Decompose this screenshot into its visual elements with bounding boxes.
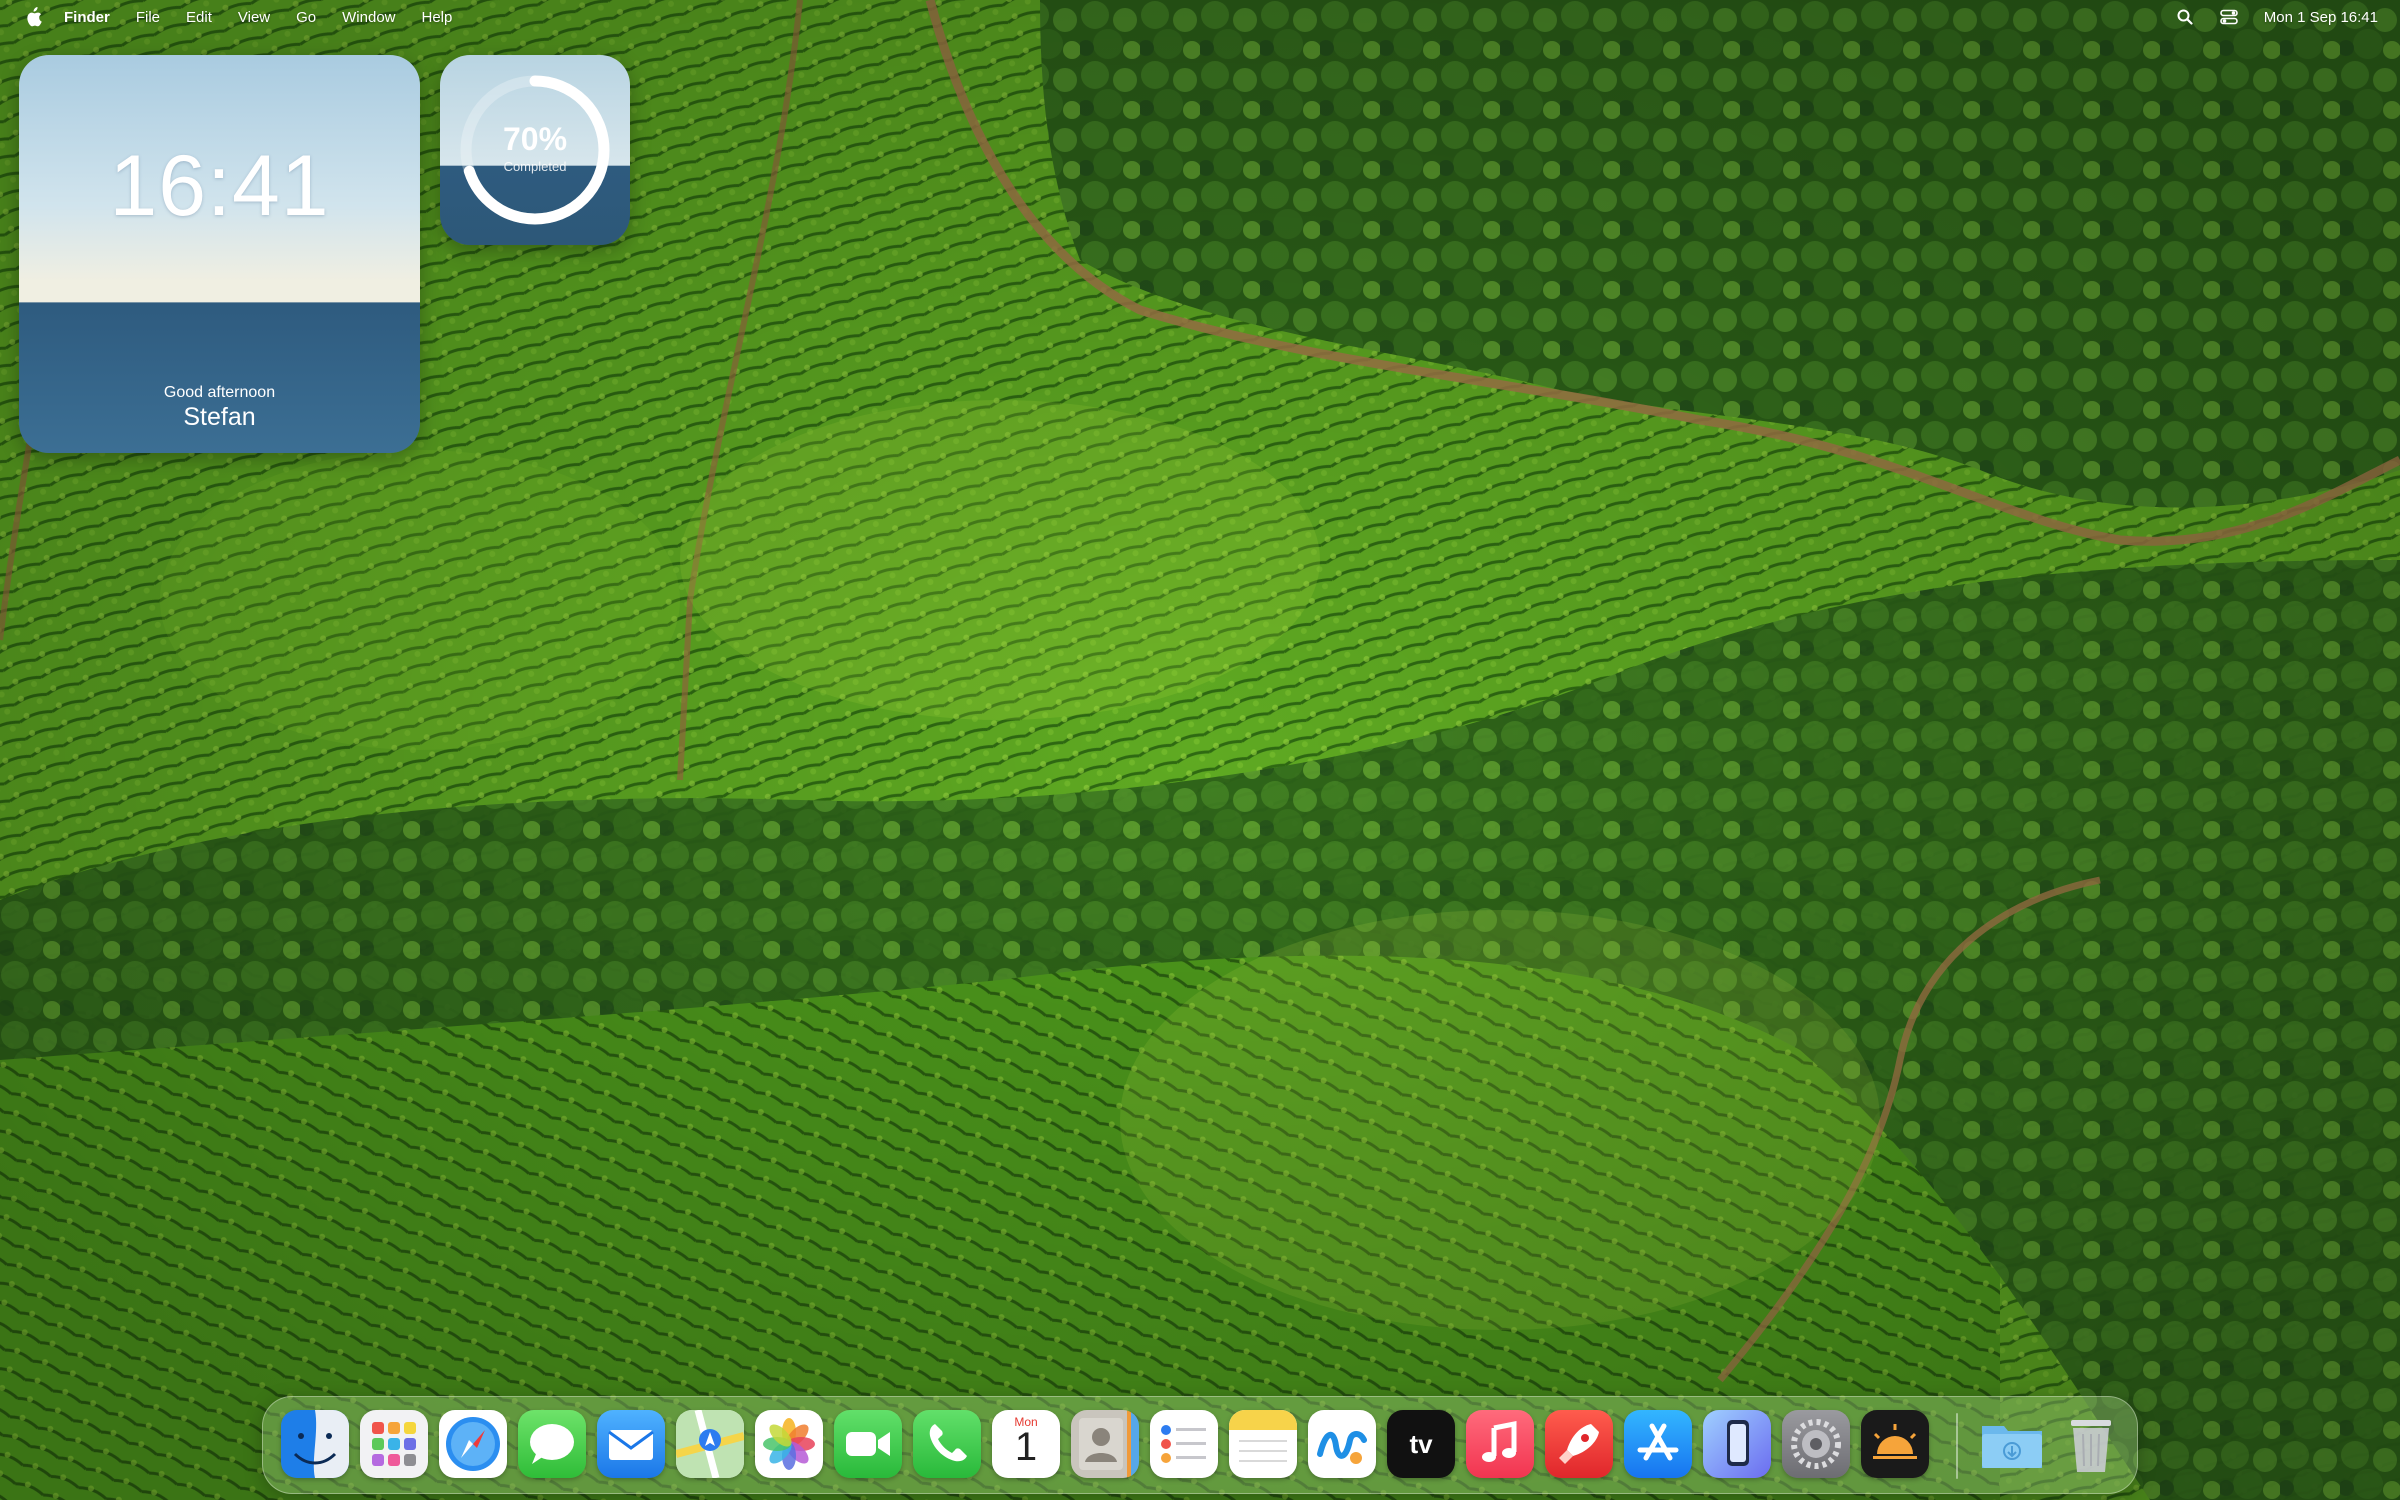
reminders-icon[interactable]: [1150, 1410, 1218, 1478]
apple-menu-icon[interactable]: [22, 6, 44, 28]
sunset-icon[interactable]: [1861, 1410, 1929, 1478]
messages-icon[interactable]: [518, 1410, 586, 1478]
progress-widget[interactable]: 70% Completed: [440, 55, 630, 245]
safari-icon[interactable]: [439, 1410, 507, 1478]
menu-view[interactable]: View: [238, 9, 270, 26]
downloads-folder-icon[interactable]: [1978, 1410, 2046, 1478]
launchpad-icon[interactable]: [360, 1410, 428, 1478]
rocket-icon[interactable]: [1545, 1410, 1613, 1478]
photos-icon[interactable]: [755, 1410, 823, 1478]
menu-file[interactable]: File: [136, 9, 160, 26]
dock-divider: [1956, 1413, 1958, 1479]
facetime-icon[interactable]: [834, 1410, 902, 1478]
calendar-icon[interactable]: Mon 1: [992, 1410, 1060, 1478]
user-name: Stefan: [183, 403, 256, 431]
menu-clock[interactable]: Mon 1 Sep 16:41: [2264, 9, 2378, 26]
search-icon[interactable]: [2176, 8, 2194, 26]
menu-window[interactable]: Window: [342, 9, 395, 26]
system-settings-icon[interactable]: [1782, 1410, 1850, 1478]
tv-label: tv: [1409, 1428, 1433, 1459]
music-icon[interactable]: [1466, 1410, 1534, 1478]
app-store-icon[interactable]: [1624, 1410, 1692, 1478]
freeform-icon[interactable]: [1308, 1410, 1376, 1478]
contacts-icon[interactable]: [1071, 1410, 1139, 1478]
clock-widget[interactable]: 16:41 Good afternoon Stefan: [19, 55, 420, 453]
mail-icon[interactable]: [597, 1410, 665, 1478]
phone-icon[interactable]: [913, 1410, 981, 1478]
menu-app-name[interactable]: Finder: [64, 9, 110, 26]
finder-icon[interactable]: [281, 1410, 349, 1478]
notes-icon[interactable]: [1229, 1410, 1297, 1478]
progress-caption: Completed: [503, 159, 567, 174]
menu-help[interactable]: Help: [422, 9, 453, 26]
calendar-day: 1: [1014, 1425, 1038, 1469]
dock: Mon 1 tv: [262, 1396, 2138, 1494]
trash-icon[interactable]: [2057, 1410, 2125, 1478]
maps-icon[interactable]: [676, 1410, 744, 1478]
menu-bar: Finder File Edit View Go Window Help Mon…: [0, 0, 2400, 34]
iphone-mirroring-icon[interactable]: [1703, 1410, 1771, 1478]
greeting-text: Good afternoon: [163, 384, 276, 401]
menu-go[interactable]: Go: [296, 9, 316, 26]
control-center-icon[interactable]: [2219, 8, 2238, 26]
clock-time: 16:41: [109, 138, 330, 234]
progress-value: 70%: [502, 121, 568, 157]
tv-icon[interactable]: tv: [1387, 1410, 1455, 1478]
menu-edit[interactable]: Edit: [186, 9, 212, 26]
